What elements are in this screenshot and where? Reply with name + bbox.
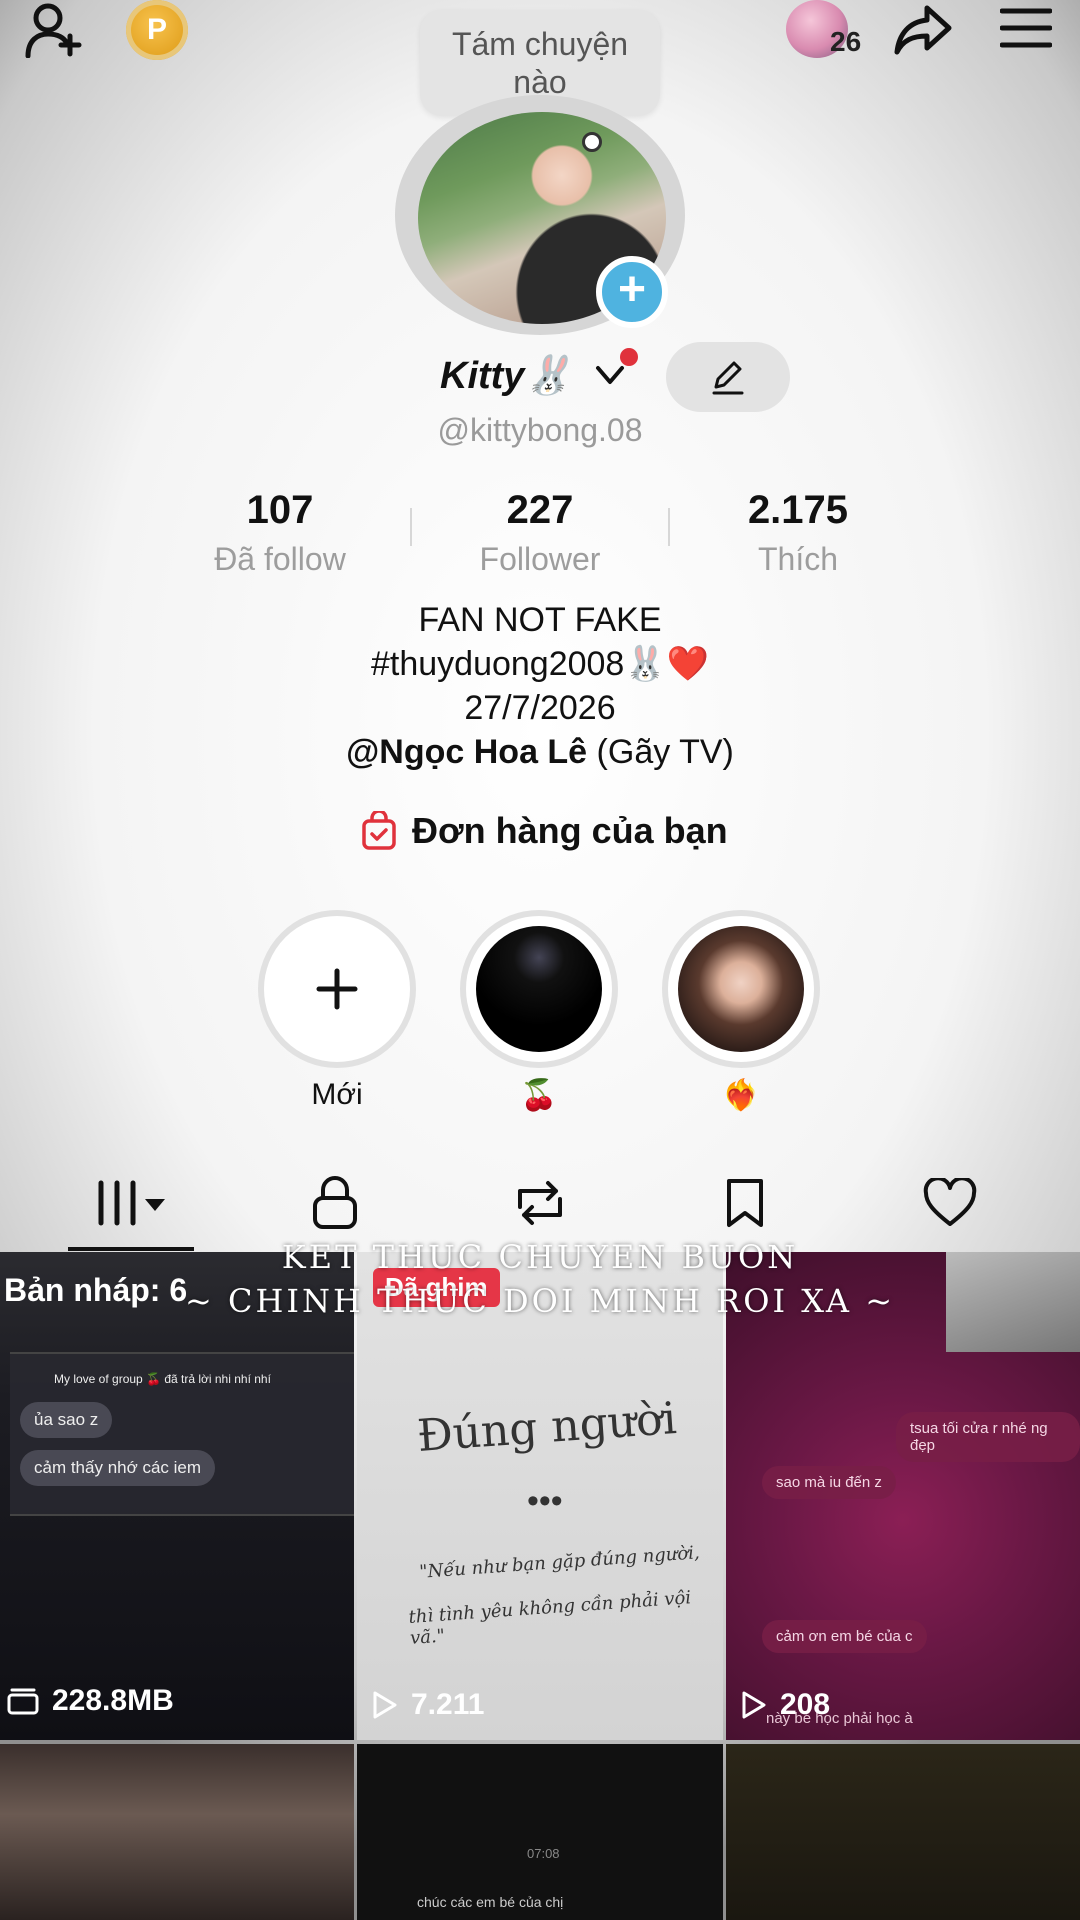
chat-bubble: cảm ơn em bé của c — [762, 1620, 927, 1653]
highlight-heart-label: ❤️‍🔥 — [722, 1079, 760, 1112]
play-icon — [742, 1691, 766, 1719]
orders-link[interactable]: Đơn hàng của bạn — [360, 810, 728, 852]
video-timestamp: 07:08 — [527, 1846, 560, 1861]
draft-size: 228.8MB — [6, 1684, 174, 1718]
bio-mention-row: @Ngọc Hoa Lê (Gãy TV) — [0, 730, 1080, 774]
notification-count: 26 — [830, 26, 862, 57]
tab-liked[interactable] — [915, 1168, 985, 1238]
share-button[interactable] — [890, 0, 956, 60]
coin-icon[interactable]: P — [126, 0, 188, 60]
view-count-text: 208 — [780, 1688, 831, 1721]
share-arrow-icon — [894, 5, 952, 55]
bio-line: FAN NOT FAKE — [418, 601, 662, 639]
stat-following-value: 107 — [246, 488, 314, 532]
tooltip-text: Tám chuyện nào — [451, 26, 629, 100]
grid-item-drafts[interactable]: Bản nháp: 6 My love of group 🍒 đã trả lờ… — [0, 1252, 354, 1740]
person-add-icon — [25, 3, 82, 58]
add-story-button[interactable]: + — [596, 256, 668, 328]
pencil-icon — [712, 361, 744, 395]
draft-chat-bubble: My love of group 🍒 đã trả lời nhi nhí nh… — [54, 1372, 271, 1386]
chat-bubble: tsua tối cửa r nhé ng đẹp — [896, 1412, 1080, 1462]
heart-icon — [923, 1178, 977, 1226]
tab-reposts[interactable] — [505, 1168, 575, 1238]
stat-divider — [410, 508, 412, 546]
stat-following[interactable]: 107 Đã follow — [180, 488, 380, 578]
play-icon — [373, 1691, 397, 1719]
stat-following-label: Đã follow — [214, 541, 346, 577]
tab-private[interactable] — [300, 1168, 370, 1238]
stat-followers-label: Follower — [479, 541, 601, 577]
highlight-cherry-label: 🍒 — [520, 1079, 558, 1112]
view-count: 208 — [740, 1688, 830, 1722]
plus-icon — [316, 968, 358, 1010]
grid-bars-icon — [98, 1180, 165, 1226]
shopping-bag-icon — [362, 811, 396, 850]
grid-item-pinned[interactable]: Đã ghim Đúng người ••• "Nếu như bạn gặp … — [357, 1252, 723, 1740]
username: @kittybong.08 — [437, 412, 643, 448]
menu-button[interactable] — [996, 0, 1056, 56]
highlight-new[interactable] — [258, 910, 416, 1068]
stat-divider — [668, 508, 670, 546]
chat-bubble: sao mà iu đến z — [762, 1466, 896, 1499]
highlight-new-label: Mới — [311, 1078, 363, 1111]
quote-ellipsis: ••• — [527, 1482, 563, 1520]
add-friend-button[interactable] — [20, 0, 90, 60]
quote-line-2: thì tình yêu không cần phải vội vã." — [407, 1587, 692, 1649]
stat-likes[interactable]: 2.175 Thích — [698, 488, 898, 578]
highlight-cherry-thumb — [476, 926, 602, 1052]
highlight-new-inner — [274, 926, 400, 1052]
stat-likes-value: 2.175 — [747, 488, 849, 532]
bio-date: 27/7/2026 — [464, 689, 616, 727]
notification-dot — [620, 348, 638, 366]
stat-likes-label: Thích — [757, 541, 839, 577]
highlight-heart[interactable] — [662, 910, 820, 1068]
edit-profile-button[interactable] — [666, 342, 790, 412]
repost-icon — [518, 1181, 562, 1225]
stat-followers[interactable]: 227 Follower — [440, 488, 640, 578]
highlight-cherry[interactable] — [460, 910, 618, 1068]
overlay-caption: KET THUC CHUYEN BUON — [281, 1238, 799, 1276]
orders-label: Đơn hàng của bạn — [412, 810, 728, 851]
bio-mention-suffix: (Gãy TV) — [587, 733, 734, 771]
quote-title: Đúng người — [415, 1393, 679, 1462]
overlay-caption: ~ CHINH THUC DOI MINH ROI XA ~ — [184, 1282, 896, 1320]
chat-snippet: chúc các em bé của chị — [417, 1894, 564, 1910]
stat-followers-value: 227 — [506, 488, 574, 532]
hamburger-menu-icon — [1000, 8, 1052, 48]
lock-icon — [313, 1176, 357, 1229]
bio-hashtag[interactable]: #thuyduong2008🐰❤️ — [0, 642, 1080, 686]
bookmark-icon — [727, 1179, 763, 1227]
draft-chat-bubble: cảm thấy nhớ các iem — [20, 1450, 216, 1486]
bio-mention[interactable]: @Ngọc Hoa Lê — [346, 733, 587, 771]
highlight-heart-thumb — [678, 926, 804, 1052]
tab-favorites[interactable] — [710, 1168, 780, 1238]
view-count-text: 7.211 — [411, 1688, 485, 1721]
view-count: 7.211 — [371, 1688, 484, 1722]
grid-item-video[interactable] — [726, 1744, 1080, 1920]
tab-videos[interactable] — [90, 1168, 180, 1238]
quote-line-1: "Nếu như bạn gặp đúng người, — [418, 1542, 701, 1583]
grid-item-video[interactable] — [0, 1744, 354, 1920]
draft-size-text: 228.8MB — [52, 1684, 174, 1717]
display-name: Kitty🐰 — [440, 355, 572, 397]
grid-item-video[interactable]: 07:08 chúc các em bé của chị — [357, 1744, 723, 1920]
avatar-dot — [582, 132, 602, 152]
draft-chat-bubble: ủa sao z — [20, 1402, 113, 1438]
grid-item-video[interactable]: tsua tối cửa r nhé ng đẹp sao mà iu đến … — [726, 1252, 1080, 1740]
archive-icon — [7, 1688, 39, 1715]
